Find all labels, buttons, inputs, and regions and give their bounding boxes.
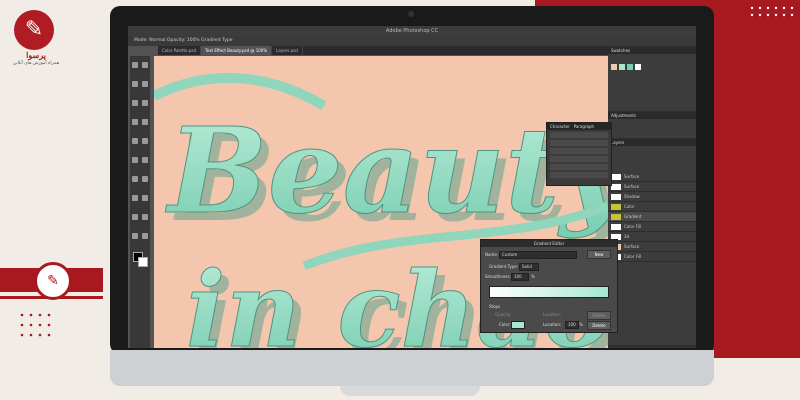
eraser-tool-icon[interactable] [132,157,138,163]
shape-tool-icon[interactable] [142,214,148,220]
adjustments-panel-title: Adjustments [608,112,696,119]
background-color[interactable] [138,257,148,267]
artwork-text-line1: Beauty [165,101,608,240]
type-style-buttons[interactable] [550,172,608,178]
brand-name: پرسوا [26,50,46,60]
lasso-tool-icon[interactable] [132,81,138,87]
window-title: Adobe Photoshop CC [128,26,696,36]
tools-panel [130,56,150,348]
eyedropper-tool-icon[interactable] [142,100,148,106]
brand-tagline: همراه آموزش های آنلاین [12,61,60,66]
brand-badge-icon: ✎ [34,262,72,300]
layer-row[interactable]: Surface [608,182,696,192]
layer-row[interactable]: Surface [608,172,696,182]
gradient-name-label: Name: [485,252,499,257]
layer-row[interactable]: Shadow [608,192,696,202]
smoothness-input[interactable]: 100 [511,273,529,281]
healing-tool-icon[interactable] [132,119,138,125]
tab-layers[interactable]: Layers.psd [272,46,303,55]
decorative-dots-left [20,313,51,337]
opacity-location-label: Location: [543,312,562,317]
layer-row[interactable]: Surface [608,242,696,252]
gradient-type-label: Gradient Type: [489,264,519,269]
layer-row[interactable]: Gradient [608,212,696,222]
layer-row[interactable]: Color Fill [608,252,696,262]
path-select-tool-icon[interactable] [132,214,138,220]
type-tool-icon[interactable] [142,195,148,201]
smoothness-label: Smoothness: [485,274,511,279]
gradient-editor-dialog: Gradient Editor Name: Custom New Gradien… [480,239,618,333]
gradient-name-input[interactable]: Custom [499,251,577,259]
scale-field[interactable] [550,156,608,162]
crop-tool-icon[interactable] [132,100,138,106]
decorative-dots-top [750,6,794,17]
pen-tool-icon[interactable] [132,195,138,201]
font-family-field[interactable] [550,132,608,138]
options-bar[interactable]: Mode: Normal Opacity: 100% Gradient Type [128,36,696,46]
new-gradient-button[interactable]: New [587,250,611,259]
delete-opacity-stop-button[interactable]: Delete [587,311,611,320]
stamp-tool-icon[interactable] [132,138,138,144]
delete-color-stop-button[interactable]: Delete [587,321,611,330]
tab-paragraph[interactable]: Paragraph [574,124,595,129]
tab-color-palette[interactable]: Color Palette.psd [158,46,202,55]
move-tool-icon[interactable] [132,62,138,68]
brand-logo-icon[interactable]: ✎ [14,10,54,50]
font-size-field[interactable] [550,140,608,146]
swatches-panel-title: Swatches [608,47,696,54]
color-location-input[interactable]: 100 [565,321,579,329]
magic-wand-tool-icon[interactable] [142,81,148,87]
document-tabs: Color Palette.psd Text Effect Beauty.psd … [158,46,608,55]
color-label: Color: [499,322,511,327]
monitor-stand [340,386,480,396]
brush-tool-icon[interactable] [142,119,148,125]
history-brush-tool-icon[interactable] [142,138,148,144]
adjustments-panel: Adjustments [608,112,696,138]
tracking-field[interactable] [550,148,608,154]
right-panels: Swatches Adjustments Layers Surface Surf… [608,46,696,348]
marquee-tool-icon[interactable] [142,62,148,68]
decorative-red-band-right [705,18,800,358]
color-location-label: Location: [543,322,562,327]
tab-text-effect[interactable]: Text Effect Beauty.psd @ 100% [201,46,273,55]
color-location-unit: % [579,322,583,327]
blur-tool-icon[interactable] [132,176,138,182]
photoshop-screen: Adobe Photoshop CC Mode: Normal Opacity:… [128,26,696,348]
swatch[interactable] [627,64,633,70]
zoom-tool-icon[interactable] [142,233,148,239]
stop-color-swatch[interactable] [511,321,525,329]
baseline-field[interactable] [550,164,608,170]
camera-icon [408,11,414,17]
layers-panel-title: Layers [608,139,696,146]
gradient-editor-title: Gradient Editor [481,240,617,247]
swatch[interactable] [619,64,625,70]
layers-panel: Layers Surface Surface Shadow Color Grad… [608,139,696,345]
gradient-type-select[interactable]: Solid [519,263,539,271]
swatches-panel: Swatches [608,47,696,111]
hand-tool-icon[interactable] [132,233,138,239]
stops-label: Stops [489,304,501,309]
layer-row[interactable]: Color Fill [608,222,696,232]
apple-logo-icon [404,359,418,373]
swatch[interactable] [635,64,641,70]
swatch[interactable] [611,64,617,70]
tab-character[interactable]: Character [550,124,570,129]
character-panel: Character Paragraph [546,122,612,186]
gradient-preview-bar[interactable] [489,286,609,298]
smoothness-unit: % [531,274,535,279]
layer-row[interactable]: 3d [608,232,696,242]
opacity-label: Opacity: [495,312,512,317]
color-swatches[interactable] [133,252,148,267]
gradient-tool-icon[interactable] [142,157,148,163]
character-panel-header: Character Paragraph [547,123,611,130]
dodge-tool-icon[interactable] [142,176,148,182]
layer-row[interactable]: Color [608,202,696,212]
